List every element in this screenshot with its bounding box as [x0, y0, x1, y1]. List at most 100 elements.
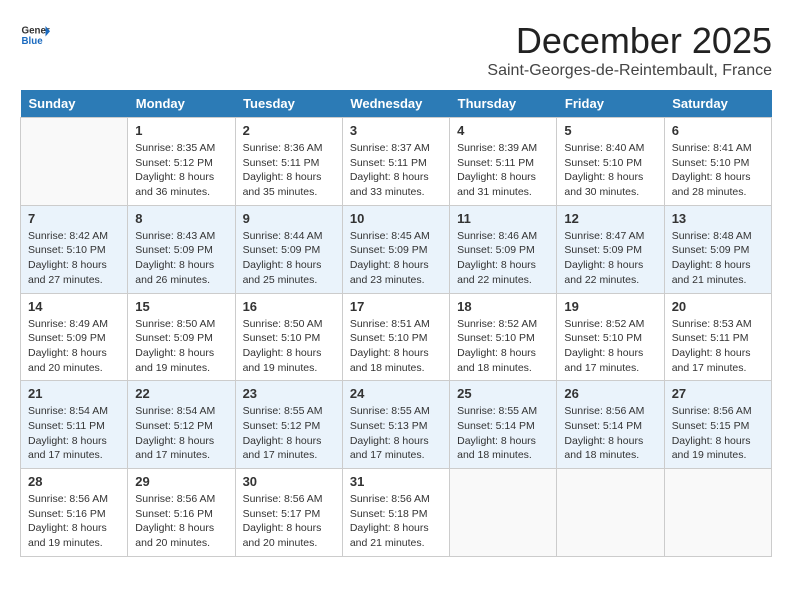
day-info: Sunrise: 8:47 AMSunset: 5:09 PMDaylight:…: [564, 229, 656, 288]
day-number: 15: [135, 299, 227, 314]
day-number: 12: [564, 211, 656, 226]
calendar-cell: [557, 469, 664, 557]
day-number: 22: [135, 386, 227, 401]
page-header: General Blue December 2025 Saint-Georges…: [20, 20, 772, 80]
day-info: Sunrise: 8:46 AMSunset: 5:09 PMDaylight:…: [457, 229, 549, 288]
calendar-cell: 9 Sunrise: 8:44 AMSunset: 5:09 PMDaylight…: [235, 205, 342, 293]
day-info: Sunrise: 8:43 AMSunset: 5:09 PMDaylight:…: [135, 229, 227, 288]
calendar-cell: 13 Sunrise: 8:48 AMSunset: 5:09 PMDayligh…: [664, 205, 771, 293]
svg-text:Blue: Blue: [22, 36, 44, 47]
day-number: 6: [672, 123, 764, 138]
calendar-cell: 2Sunrise: 8:36 AMSunset: 5:11 PMDaylight…: [235, 118, 342, 206]
day-info: Sunrise: 8:52 AMSunset: 5:10 PMDaylight:…: [564, 317, 656, 376]
weekday-header-thursday: Thursday: [450, 90, 557, 118]
day-number: 4: [457, 123, 549, 138]
calendar-week-row: 21 Sunrise: 8:54 AMSunset: 5:11 PMDayligh…: [21, 381, 772, 469]
calendar-cell: 3 Sunrise: 8:37 AMSunset: 5:11 PMDaylight…: [342, 118, 449, 206]
calendar-cell: 29 Sunrise: 8:56 AMSunset: 5:16 PMDayligh…: [128, 469, 235, 557]
day-info: Sunrise: 8:42 AMSunset: 5:10 PMDaylight:…: [28, 229, 120, 288]
day-number: 16: [243, 299, 335, 314]
calendar-cell: 19 Sunrise: 8:52 AMSunset: 5:10 PMDayligh…: [557, 293, 664, 381]
calendar-cell: 7Sunrise: 8:42 AMSunset: 5:10 PMDaylight…: [21, 205, 128, 293]
calendar-cell: [664, 469, 771, 557]
calendar-cell: 31 Sunrise: 8:56 AMSunset: 5:18 PMDayligh…: [342, 469, 449, 557]
title-area: December 2025 Saint-Georges-de-Reintemba…: [487, 20, 772, 80]
day-number: 24: [350, 386, 442, 401]
calendar-cell: 1Sunrise: 8:35 AMSunset: 5:12 PMDaylight…: [128, 118, 235, 206]
day-info: Sunrise: 8:48 AMSunset: 5:09 PMDaylight:…: [672, 229, 764, 288]
day-info: Sunrise: 8:37 AMSunset: 5:11 PMDaylight:…: [350, 141, 442, 200]
logo-icon: General Blue: [20, 20, 50, 50]
day-number: 28: [28, 474, 120, 489]
day-number: 17: [350, 299, 442, 314]
day-info: Sunrise: 8:56 AMSunset: 5:16 PMDaylight:…: [28, 492, 120, 551]
day-info: Sunrise: 8:56 AMSunset: 5:15 PMDaylight:…: [672, 404, 764, 463]
day-info: Sunrise: 8:56 AMSunset: 5:16 PMDaylight:…: [135, 492, 227, 551]
day-info: Sunrise: 8:49 AMSunset: 5:09 PMDaylight:…: [28, 317, 120, 376]
calendar-cell: 10Sunrise: 8:45 AMSunset: 5:09 PMDayligh…: [342, 205, 449, 293]
day-info: Sunrise: 8:45 AMSunset: 5:09 PMDaylight:…: [350, 229, 442, 288]
month-title: December 2025: [487, 20, 772, 62]
day-number: 3: [350, 123, 442, 138]
weekday-header-saturday: Saturday: [664, 90, 771, 118]
calendar-cell: 16 Sunrise: 8:50 AMSunset: 5:10 PMDayligh…: [235, 293, 342, 381]
day-number: 20: [672, 299, 764, 314]
day-info: Sunrise: 8:50 AMSunset: 5:09 PMDaylight:…: [135, 317, 227, 376]
day-number: 29: [135, 474, 227, 489]
day-number: 18: [457, 299, 549, 314]
calendar-week-row: 1Sunrise: 8:35 AMSunset: 5:12 PMDaylight…: [21, 118, 772, 206]
calendar-cell: 5Sunrise: 8:40 AMSunset: 5:10 PMDaylight…: [557, 118, 664, 206]
calendar-cell: 20Sunrise: 8:53 AMSunset: 5:11 PMDayligh…: [664, 293, 771, 381]
day-number: 27: [672, 386, 764, 401]
weekday-header-row: SundayMondayTuesdayWednesdayThursdayFrid…: [21, 90, 772, 118]
day-info: Sunrise: 8:41 AMSunset: 5:10 PMDaylight:…: [672, 141, 764, 200]
day-number: 2: [243, 123, 335, 138]
calendar-cell: 17 Sunrise: 8:51 AMSunset: 5:10 PMDayligh…: [342, 293, 449, 381]
location-title: Saint-Georges-de-Reintembault, France: [487, 62, 772, 80]
day-number: 21: [28, 386, 120, 401]
day-number: 14: [28, 299, 120, 314]
day-info: Sunrise: 8:56 AMSunset: 5:14 PMDaylight:…: [564, 404, 656, 463]
calendar-cell: 30 Sunrise: 8:56 AMSunset: 5:17 PMDayligh…: [235, 469, 342, 557]
calendar-cell: [21, 118, 128, 206]
day-number: 30: [243, 474, 335, 489]
calendar-cell: 8 Sunrise: 8:43 AMSunset: 5:09 PMDaylight…: [128, 205, 235, 293]
day-info: Sunrise: 8:39 AMSunset: 5:11 PMDaylight:…: [457, 141, 549, 200]
calendar-cell: 27 Sunrise: 8:56 AMSunset: 5:15 PMDayligh…: [664, 381, 771, 469]
calendar-cell: 6 Sunrise: 8:41 AMSunset: 5:10 PMDaylight…: [664, 118, 771, 206]
weekday-header-tuesday: Tuesday: [235, 90, 342, 118]
calendar-cell: 28 Sunrise: 8:56 AMSunset: 5:16 PMDayligh…: [21, 469, 128, 557]
calendar-week-row: 14 Sunrise: 8:49 AMSunset: 5:09 PMDayligh…: [21, 293, 772, 381]
day-info: Sunrise: 8:54 AMSunset: 5:12 PMDaylight:…: [135, 404, 227, 463]
weekday-header-friday: Friday: [557, 90, 664, 118]
day-number: 9: [243, 211, 335, 226]
calendar-cell: 4 Sunrise: 8:39 AMSunset: 5:11 PMDaylight…: [450, 118, 557, 206]
day-number: 13: [672, 211, 764, 226]
calendar-week-row: 28 Sunrise: 8:56 AMSunset: 5:16 PMDayligh…: [21, 469, 772, 557]
day-info: Sunrise: 8:55 AMSunset: 5:14 PMDaylight:…: [457, 404, 549, 463]
day-number: 11: [457, 211, 549, 226]
day-info: Sunrise: 8:52 AMSunset: 5:10 PMDaylight:…: [457, 317, 549, 376]
calendar-cell: 24 Sunrise: 8:55 AMSunset: 5:13 PMDayligh…: [342, 381, 449, 469]
calendar-cell: 21 Sunrise: 8:54 AMSunset: 5:11 PMDayligh…: [21, 381, 128, 469]
day-info: Sunrise: 8:54 AMSunset: 5:11 PMDaylight:…: [28, 404, 120, 463]
day-info: Sunrise: 8:55 AMSunset: 5:12 PMDaylight:…: [243, 404, 335, 463]
day-info: Sunrise: 8:51 AMSunset: 5:10 PMDaylight:…: [350, 317, 442, 376]
calendar-cell: 15 Sunrise: 8:50 AMSunset: 5:09 PMDayligh…: [128, 293, 235, 381]
day-number: 8: [135, 211, 227, 226]
calendar-cell: 26Sunrise: 8:56 AMSunset: 5:14 PMDayligh…: [557, 381, 664, 469]
day-info: Sunrise: 8:44 AMSunset: 5:09 PMDaylight:…: [243, 229, 335, 288]
day-info: Sunrise: 8:56 AMSunset: 5:18 PMDaylight:…: [350, 492, 442, 551]
day-info: Sunrise: 8:56 AMSunset: 5:17 PMDaylight:…: [243, 492, 335, 551]
day-number: 31: [350, 474, 442, 489]
calendar-cell: 18 Sunrise: 8:52 AMSunset: 5:10 PMDayligh…: [450, 293, 557, 381]
calendar-cell: 22 Sunrise: 8:54 AMSunset: 5:12 PMDayligh…: [128, 381, 235, 469]
calendar-table: SundayMondayTuesdayWednesdayThursdayFrid…: [20, 90, 772, 557]
day-number: 19: [564, 299, 656, 314]
day-number: 1: [135, 123, 227, 138]
day-info: Sunrise: 8:50 AMSunset: 5:10 PMDaylight:…: [243, 317, 335, 376]
day-info: Sunrise: 8:55 AMSunset: 5:13 PMDaylight:…: [350, 404, 442, 463]
day-number: 23: [243, 386, 335, 401]
calendar-cell: 23 Sunrise: 8:55 AMSunset: 5:12 PMDayligh…: [235, 381, 342, 469]
calendar-week-row: 7Sunrise: 8:42 AMSunset: 5:10 PMDaylight…: [21, 205, 772, 293]
